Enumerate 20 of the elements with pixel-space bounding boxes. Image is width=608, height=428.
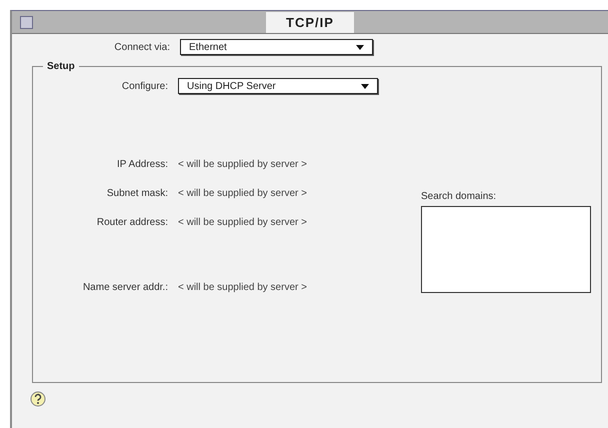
connect-via-label: Connect via: xyxy=(113,42,170,52)
configure-label: Configure: xyxy=(120,80,168,92)
field-label: Subnet mask: xyxy=(106,188,168,199)
help-icon[interactable] xyxy=(30,391,46,407)
field-value: < will be supplied by server > xyxy=(178,188,307,199)
connect-via-dropdown[interactable]: Ethernet xyxy=(180,39,373,55)
field-value: < will be supplied by server > xyxy=(178,217,307,228)
field-label: IP Address: xyxy=(116,159,168,170)
dropdown-arrow-icon xyxy=(356,44,364,50)
window-title: TCP/IP xyxy=(266,12,354,32)
close-box[interactable] xyxy=(20,16,33,29)
dropdown-arrow-icon xyxy=(361,84,369,88)
name-server-label: Name server addr.: xyxy=(82,282,168,293)
search-domains-field[interactable] xyxy=(421,206,591,293)
field-value: < will be supplied by server > xyxy=(178,159,307,170)
search-domains-label: Search domains: xyxy=(421,191,498,202)
field-label: Router address: xyxy=(96,217,168,228)
configure-dropdown[interactable]: Using DHCP Server xyxy=(178,78,378,94)
name-server-value: < will be supplied by server > xyxy=(178,282,307,293)
setup-title: Setup xyxy=(46,61,76,72)
